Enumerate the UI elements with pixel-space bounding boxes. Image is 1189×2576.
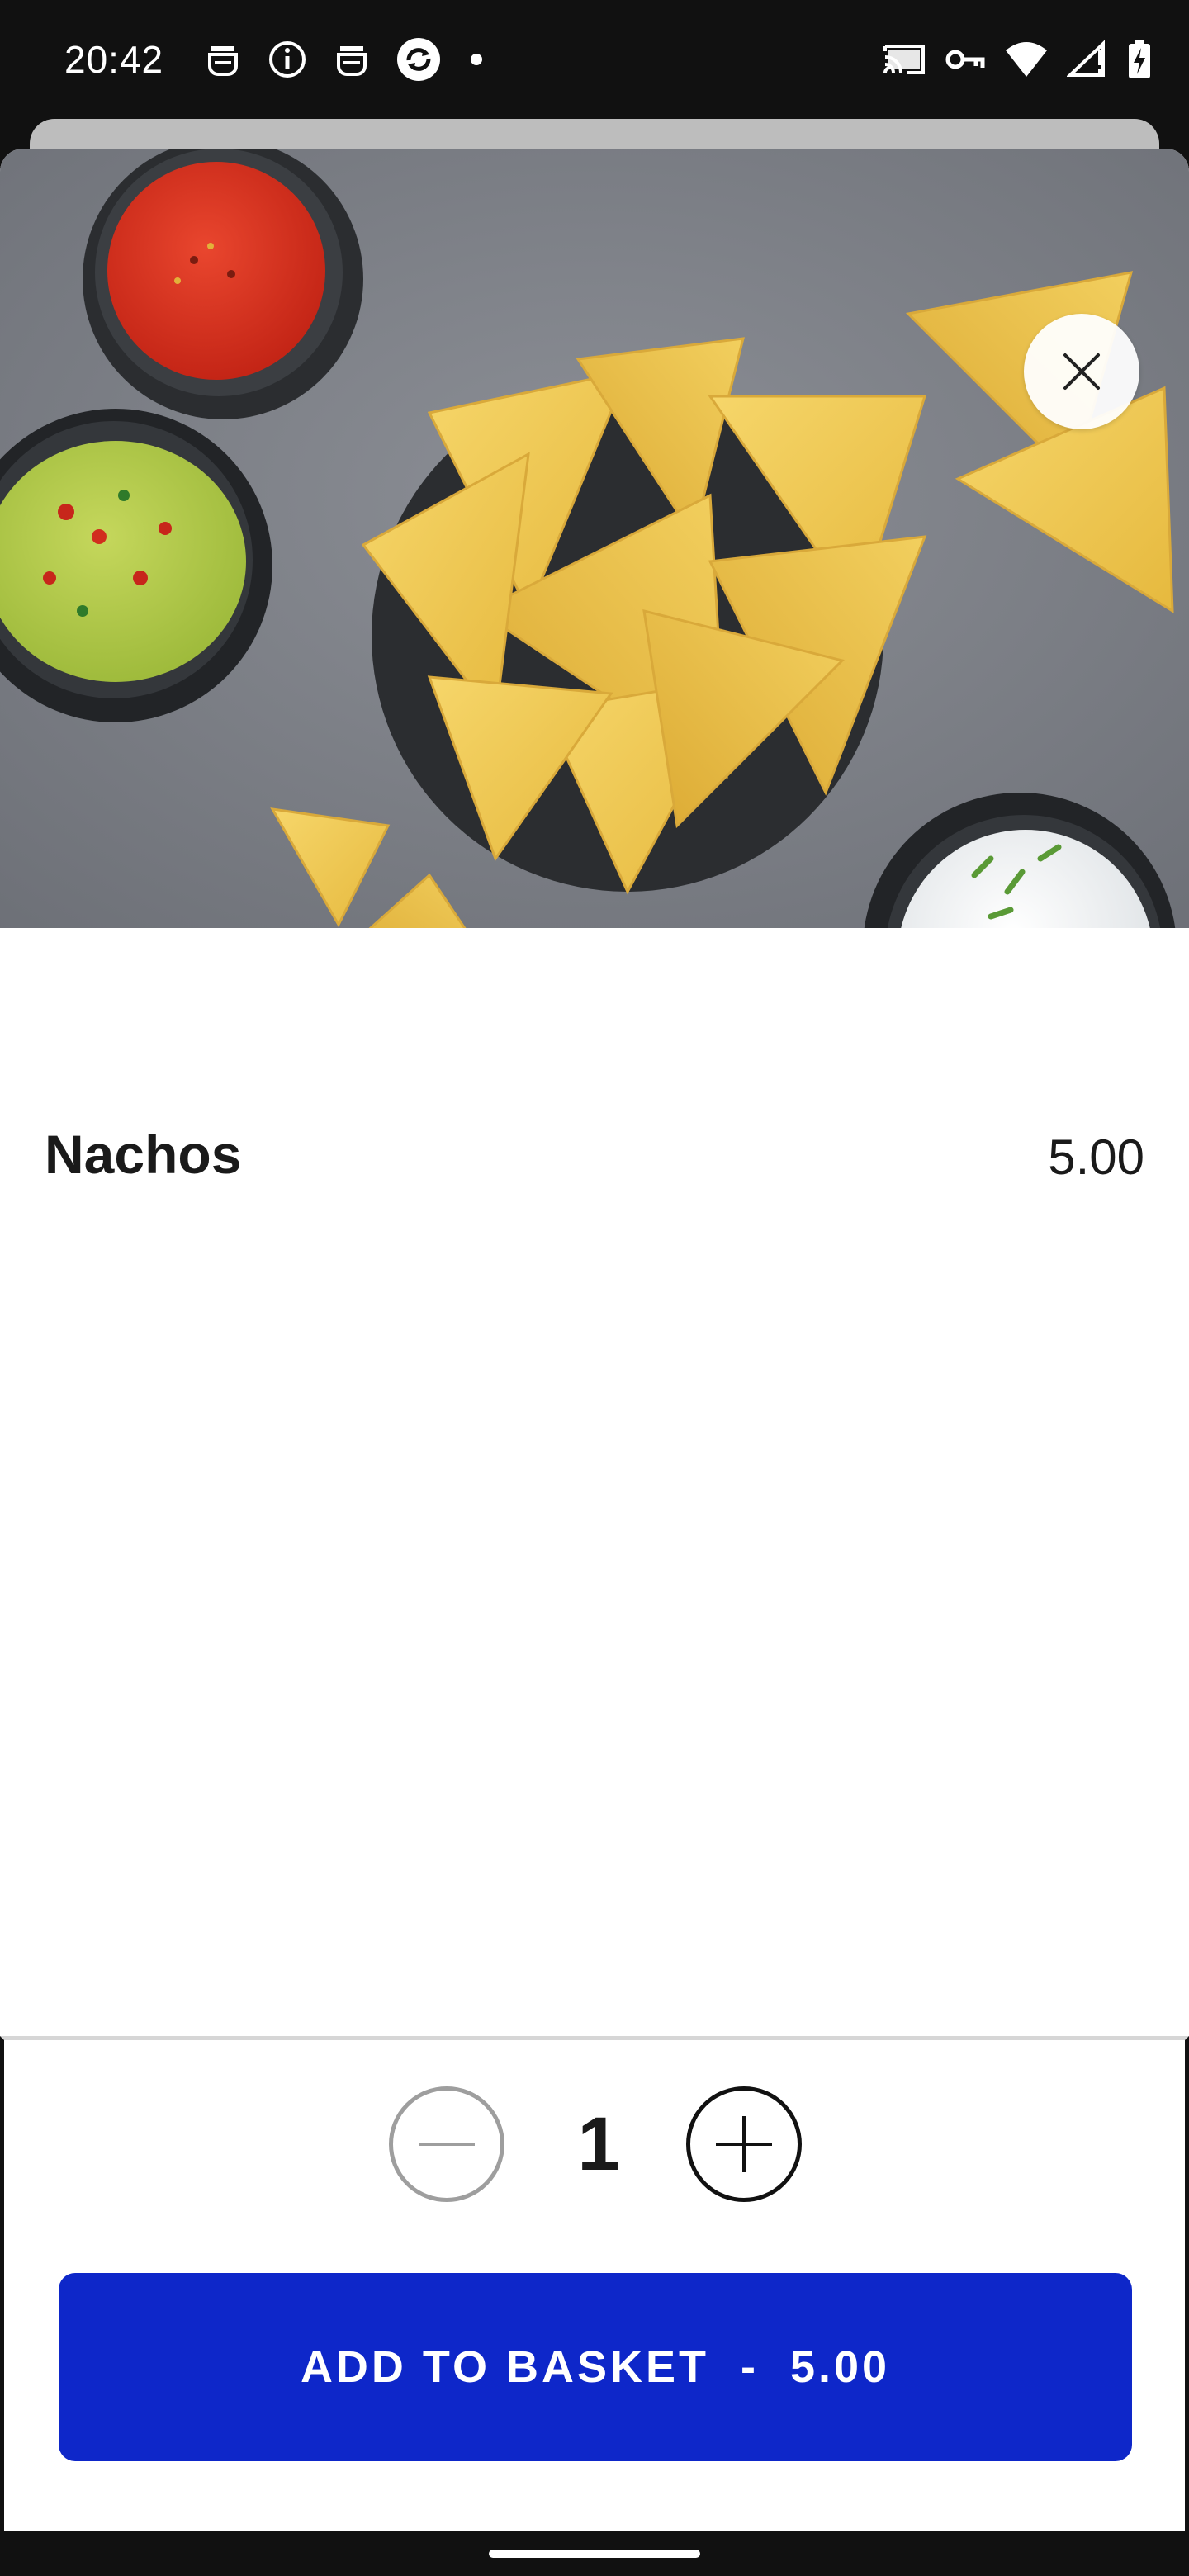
product-price: 5.00 xyxy=(1048,1129,1144,1185)
decrement-quantity-button[interactable] xyxy=(389,2086,504,2202)
info-icon xyxy=(266,38,309,81)
home-gesture-handle[interactable] xyxy=(489,2550,700,2558)
status-system-icons xyxy=(882,33,1153,86)
nachos-photo xyxy=(0,149,1189,928)
dot-icon xyxy=(464,47,489,72)
robot-icon xyxy=(201,38,244,81)
product-name: Nachos xyxy=(45,1124,242,1185)
wifi-icon xyxy=(1004,40,1049,78)
status-notification-icons xyxy=(201,33,489,86)
battery-charging-icon xyxy=(1126,38,1153,81)
close-button[interactable] xyxy=(1024,314,1139,429)
signal-icon xyxy=(1067,40,1108,78)
robot-icon xyxy=(330,38,373,81)
cast-icon xyxy=(882,40,926,79)
minus-icon xyxy=(414,2111,480,2177)
close-icon xyxy=(1059,348,1105,395)
plus-icon xyxy=(711,2111,777,2177)
navigation-bar xyxy=(0,2531,1189,2576)
vpn-key-icon xyxy=(945,43,986,76)
status-time: 20:42 xyxy=(64,38,164,81)
increment-quantity-button[interactable] xyxy=(686,2086,802,2202)
add-to-basket-button[interactable]: ADD TO BASKET - 5.00 xyxy=(59,2273,1132,2461)
sync-icon xyxy=(395,36,443,83)
quantity-value: 1 xyxy=(577,2102,620,2186)
order-panel: 1 ADD TO BASKET - 5.00 xyxy=(0,2036,1189,2531)
status-bar: 20:42 xyxy=(0,0,1189,119)
